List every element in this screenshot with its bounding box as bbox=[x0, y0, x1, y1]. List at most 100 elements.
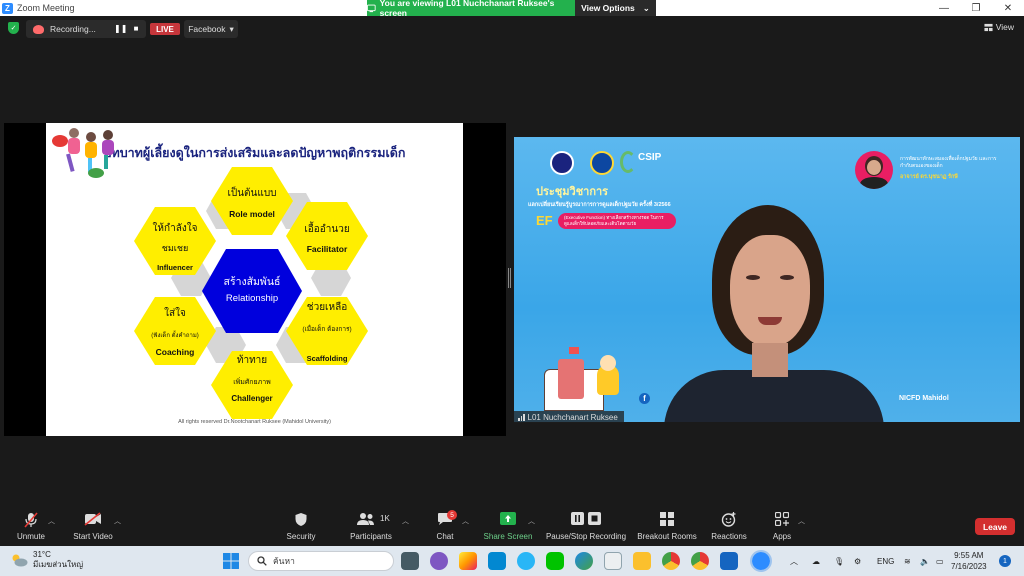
participants-button[interactable]: 1K Participants bbox=[346, 508, 396, 544]
store-icon[interactable] bbox=[604, 552, 622, 570]
hex-scaffolding-sub: (เมื่อเด็ก ต้องการ) bbox=[302, 326, 352, 333]
tray-overflow-icon[interactable]: ︿ bbox=[790, 546, 798, 576]
stop-recording-icon[interactable]: ■ bbox=[132, 25, 140, 33]
windows-start-icon[interactable] bbox=[222, 552, 240, 570]
close-window-button[interactable]: ✕ bbox=[992, 0, 1024, 16]
leave-button[interactable]: Leave bbox=[975, 518, 1015, 535]
system-clock[interactable]: 9:55 AM 7/16/2023 bbox=[951, 550, 987, 572]
settings-tray-icon[interactable]: ⚙ bbox=[854, 546, 861, 576]
share-screen-icon bbox=[500, 512, 516, 525]
weather-widget[interactable]: 31°C มีเมฆส่วนใหญ่ bbox=[10, 550, 83, 570]
kids-playing-illustration bbox=[52, 128, 114, 178]
share-screen-button[interactable]: Share Screen bbox=[482, 508, 534, 544]
minimize-button[interactable]: — bbox=[928, 0, 960, 16]
file-explorer-icon[interactable] bbox=[633, 552, 651, 570]
chat-label: Chat bbox=[436, 532, 454, 541]
stream-target-dropdown[interactable]: Facebook ▾ bbox=[184, 20, 238, 38]
top-toolbar: ✓ Recording... ❚❚ ■ LIVE Facebook ▾ View bbox=[0, 18, 1024, 40]
participants-count: 1K bbox=[380, 514, 390, 523]
restore-button[interactable]: ❐ bbox=[960, 0, 992, 16]
view-label: View bbox=[995, 22, 1014, 32]
share-caret-icon[interactable]: ︿ bbox=[528, 516, 535, 526]
security-button[interactable]: Security bbox=[282, 508, 320, 544]
reactions-button[interactable]: Reactions bbox=[708, 508, 750, 544]
task-view-icon[interactable] bbox=[401, 552, 419, 570]
mail-icon[interactable] bbox=[488, 552, 506, 570]
apps-caret-icon[interactable]: ︿ bbox=[798, 516, 805, 526]
teams-chat-icon[interactable] bbox=[430, 552, 448, 570]
apps-icon bbox=[775, 512, 789, 526]
hex-challenger-en: Challenger bbox=[231, 394, 273, 403]
onedrive-icon[interactable]: ☁ bbox=[812, 546, 820, 576]
word-icon[interactable] bbox=[720, 552, 738, 570]
speaker-video-tile: CSIP ประชุมวิชาการ แลกเปลี่ยนเรียนรู้บูร… bbox=[514, 137, 1020, 422]
unmute-button[interactable]: Unmute bbox=[10, 508, 52, 544]
weather-temp: 31°C bbox=[33, 550, 51, 559]
volume-icon[interactable]: 🔈 bbox=[920, 546, 930, 576]
clock-time: 9:55 AM bbox=[954, 551, 984, 560]
view-grid-icon bbox=[984, 23, 993, 31]
chevron-down-icon: ⌄ bbox=[642, 2, 650, 13]
chrome-profile-icon[interactable] bbox=[691, 552, 709, 570]
battery-icon[interactable]: ▭ bbox=[936, 546, 944, 576]
signal-bars-icon bbox=[518, 413, 525, 421]
photos-icon[interactable] bbox=[459, 552, 477, 570]
view-button[interactable]: View bbox=[984, 22, 1014, 32]
live-badge[interactable]: LIVE bbox=[150, 23, 180, 35]
hex-facilitator-en: Facilitator bbox=[306, 244, 348, 254]
split-drag-handle[interactable] bbox=[508, 268, 511, 288]
hex-coaching-sub: (ฟังเด็ก ตั้งคำถาม) bbox=[151, 333, 199, 339]
speaker-name: อาจารย์ ดร.นุชนาฏ รักษี bbox=[900, 174, 958, 180]
wifi-icon[interactable]: ≋ bbox=[904, 546, 911, 576]
video-options-caret-icon[interactable]: ︿ bbox=[114, 516, 121, 526]
chrome-icon[interactable] bbox=[662, 552, 680, 570]
hex-scaffolding-thai: ช่วยเหลือ bbox=[306, 302, 348, 313]
weather-desc: มีเมฆส่วนใหญ่ bbox=[33, 560, 84, 569]
reaction-icon bbox=[721, 512, 736, 527]
pause-recording-icon[interactable]: ❚❚ bbox=[114, 25, 127, 33]
hex-role-model-thai: เป็นต้นแบบ bbox=[227, 188, 277, 199]
apps-label: Apps bbox=[772, 532, 792, 541]
zoom-taskbar-icon[interactable] bbox=[750, 550, 772, 572]
chat-caret-icon[interactable]: ︿ bbox=[462, 516, 469, 526]
breakout-rooms-button[interactable]: Breakout Rooms bbox=[634, 508, 700, 544]
banner-ef: EF bbox=[536, 213, 553, 228]
apps-button[interactable]: Apps bbox=[766, 508, 798, 544]
shield-icon bbox=[295, 513, 307, 526]
start-video-button[interactable]: Start Video bbox=[70, 508, 116, 544]
hex-relationship-thai: สร้างสัมพันธ์ bbox=[223, 276, 281, 288]
banner-pill: (Executive Function) ทางเลือกสร้างทางรอด… bbox=[558, 213, 676, 229]
edge-icon[interactable] bbox=[575, 552, 593, 570]
breakout-rooms-label: Breakout Rooms bbox=[637, 532, 697, 541]
viewing-banner-text-wrap: You are viewing L01 Nuchchanart Ruksee's… bbox=[367, 0, 575, 18]
slide-copyright: All rights reserved Dr.Nootchanart Rukse… bbox=[178, 419, 331, 425]
presentation-slide: บทบาทผู้เลี้ยงดูในการส่งเสริมและลดปัญหาพ… bbox=[46, 123, 463, 436]
notification-badge[interactable]: 1 bbox=[999, 555, 1011, 567]
facebook-icon: f bbox=[639, 393, 650, 404]
participants-caret-icon[interactable]: ︿ bbox=[402, 516, 409, 526]
skype-icon[interactable] bbox=[517, 552, 535, 570]
window-title: Zoom Meeting bbox=[17, 3, 75, 13]
language-indicator[interactable]: ENG bbox=[877, 546, 894, 576]
csip-label: CSIP bbox=[638, 152, 662, 163]
cartoon-kid-head bbox=[600, 355, 616, 371]
chat-button[interactable]: 5 Chat bbox=[430, 508, 460, 544]
speaker-person bbox=[664, 205, 884, 422]
view-options-button[interactable]: View Options ⌄ bbox=[575, 0, 656, 16]
share-screen-label: Share Screen bbox=[483, 532, 533, 541]
hex-influencer-sub: ชมเชย bbox=[161, 243, 189, 253]
viewing-banner-text: You are viewing L01 Nuchchanart Ruksee's… bbox=[379, 0, 555, 18]
meeting-controls: Unmute ︿ Start Video ︿ Security 1K Parti… bbox=[0, 508, 1024, 544]
taskbar-search[interactable]: ค้นหา bbox=[248, 551, 394, 571]
chat-badge: 5 bbox=[447, 510, 457, 520]
start-video-label: Start Video bbox=[73, 532, 113, 541]
hex-coaching-en: Coaching bbox=[155, 347, 195, 357]
fb-page-label: NICFD Mahidol bbox=[899, 395, 949, 402]
encryption-shield-icon[interactable]: ✓ bbox=[8, 22, 19, 34]
zoom-logo-icon: Z bbox=[2, 2, 13, 14]
audio-options-caret-icon[interactable]: ︿ bbox=[48, 516, 55, 526]
hex-role-model-en: Role model bbox=[229, 209, 275, 219]
pause-stop-recording-button[interactable]: Pause/Stop Recording bbox=[544, 508, 628, 544]
line-app-icon[interactable] bbox=[546, 552, 564, 570]
microphone-tray-icon[interactable]: 🎙 bbox=[834, 546, 844, 576]
